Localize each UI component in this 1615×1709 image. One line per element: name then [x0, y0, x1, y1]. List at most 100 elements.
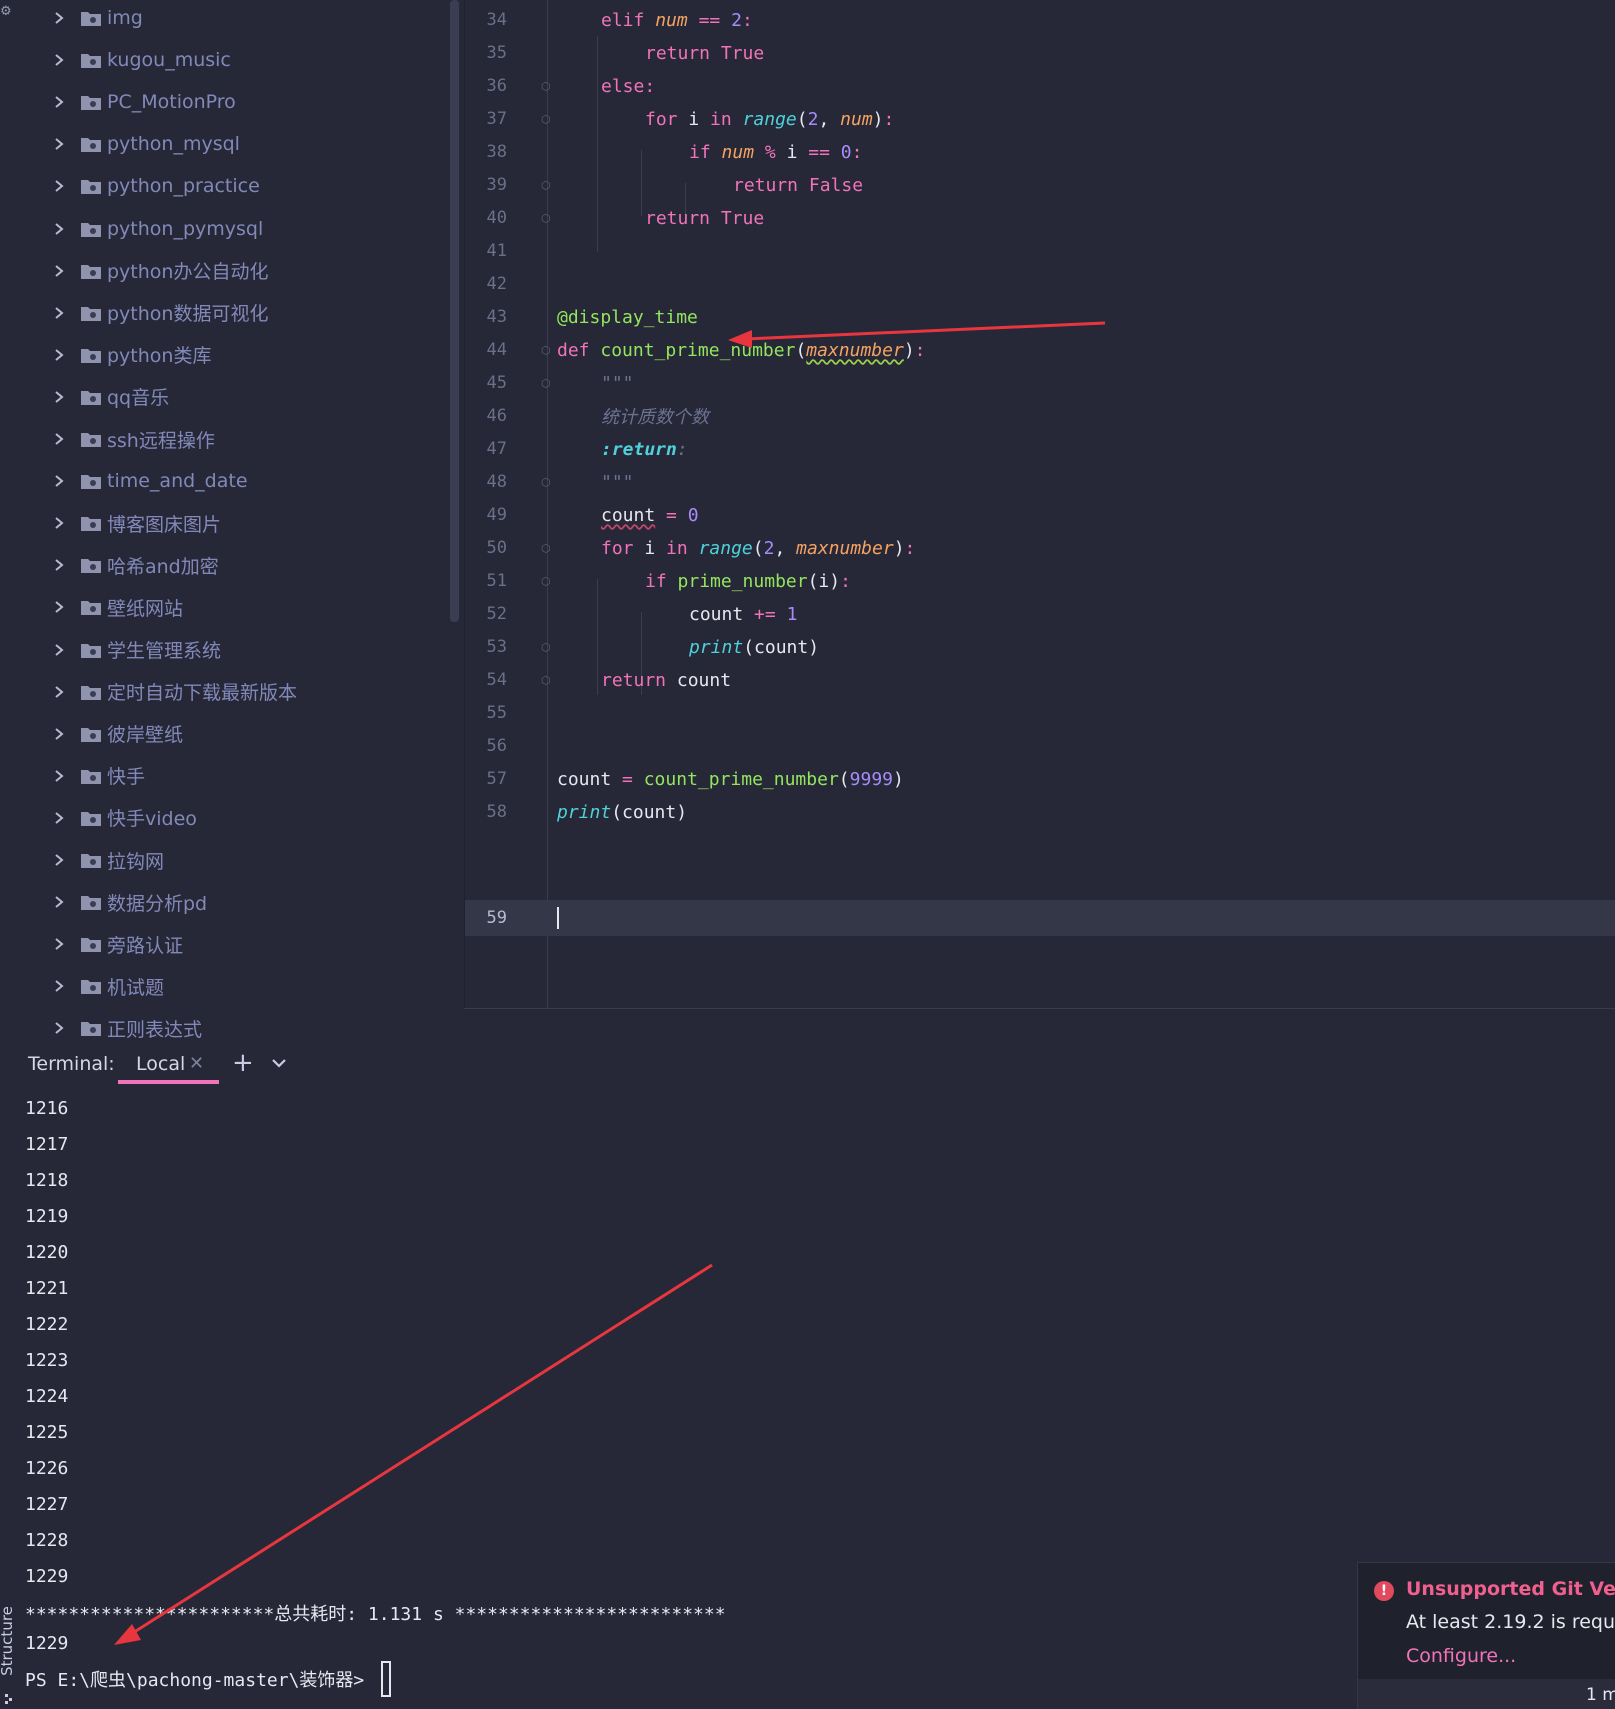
chevron-right-icon[interactable]: [52, 11, 66, 25]
chevron-right-icon[interactable]: [52, 643, 66, 657]
fold-icon[interactable]: ⬡: [541, 212, 553, 225]
chevron-down-icon[interactable]: [270, 1054, 288, 1072]
tree-folder-item[interactable]: 壁纸网站: [52, 589, 183, 625]
chevron-right-icon[interactable]: [52, 179, 66, 193]
chevron-right-icon[interactable]: [52, 937, 66, 951]
tree-folder-item[interactable]: 哈希and加密: [52, 547, 219, 583]
code-line[interactable]: 43 @display_time: [465, 299, 1615, 335]
fold-icon[interactable]: ⬡: [541, 377, 553, 390]
tree-folder-item[interactable]: 博客图床图片: [52, 505, 221, 541]
code-line[interactable]: 57 count = count_prime_number(9999): [465, 761, 1615, 797]
tree-folder-item[interactable]: python类库: [52, 337, 211, 373]
tree-folder-item[interactable]: 正则表达式: [52, 1010, 202, 1040]
chevron-right-icon[interactable]: [52, 474, 66, 488]
configure-link[interactable]: Configure...: [1406, 1645, 1516, 1667]
gear-icon[interactable]: ⚙: [0, 4, 12, 19]
chevron-right-icon[interactable]: [52, 685, 66, 699]
close-icon[interactable]: ✕: [189, 1053, 204, 1074]
chevron-right-icon[interactable]: [52, 558, 66, 572]
code-line[interactable]: 49 count = 0: [465, 497, 1615, 533]
code-line[interactable]: 56: [465, 728, 1615, 764]
fold-icon[interactable]: ⬡: [541, 542, 553, 555]
chevron-right-icon[interactable]: [52, 853, 66, 867]
code-line[interactable]: 53 ⬡ print(count): [465, 629, 1615, 665]
fold-icon[interactable]: ⬡: [541, 344, 553, 357]
tree-folder-item[interactable]: 快手: [52, 758, 145, 794]
fold-icon[interactable]: ⬡: [541, 476, 553, 489]
tree-folder-item[interactable]: python办公自动化: [52, 253, 268, 289]
fold-icon[interactable]: ⬡: [541, 641, 553, 654]
code-editor[interactable]: 34 elif num == 2: 35 return True 36 ⬡ el…: [464, 0, 1615, 1008]
chevron-right-icon[interactable]: [52, 137, 66, 151]
chevron-right-icon[interactable]: [52, 1021, 66, 1035]
code-line[interactable]: 35 return True: [465, 35, 1615, 71]
tree-folder-item[interactable]: ssh远程操作: [52, 421, 215, 457]
code-line[interactable]: 39 ⬡ return False: [465, 167, 1615, 203]
code-line[interactable]: 52 count += 1: [465, 596, 1615, 632]
code-line[interactable]: 55: [465, 695, 1615, 731]
code-line[interactable]: 58 print(count): [465, 794, 1615, 830]
chevron-right-icon[interactable]: [52, 516, 66, 530]
chevron-right-icon[interactable]: [52, 222, 66, 236]
fold-icon[interactable]: ⬡: [541, 113, 553, 126]
chevron-right-icon[interactable]: [52, 348, 66, 362]
tree-folder-item[interactable]: time_and_date: [52, 463, 248, 499]
current-code-line[interactable]: 59: [465, 900, 1615, 936]
chevron-right-icon[interactable]: [52, 390, 66, 404]
code-line[interactable]: 47 :return:: [465, 431, 1615, 467]
tree-folder-item[interactable]: 拉钩网: [52, 842, 164, 878]
code-line[interactable]: 36 ⬡ else:: [465, 68, 1615, 104]
tree-folder-item[interactable]: python_pymysql: [52, 211, 263, 247]
tree-folder-item[interactable]: 旁路认证: [52, 926, 183, 962]
tree-folder-item[interactable]: python_mysql: [52, 126, 240, 162]
add-terminal-button[interactable]: +: [232, 1048, 254, 1078]
code-line[interactable]: 54 ⬡ return count: [465, 662, 1615, 698]
chevron-right-icon[interactable]: [52, 306, 66, 320]
code-line[interactable]: 48 ⬡ """: [465, 464, 1615, 500]
structure-side-tab[interactable]: Structure: [0, 1606, 16, 1676]
tree-folder-item[interactable]: 机试题: [52, 968, 164, 1004]
tree-folder-item[interactable]: qq音乐: [52, 379, 169, 415]
tree-scrollbar[interactable]: [450, 0, 459, 622]
structure-icon[interactable]: [4, 1690, 14, 1704]
code-line[interactable]: 41: [465, 233, 1615, 269]
chevron-right-icon[interactable]: [52, 600, 66, 614]
chevron-right-icon[interactable]: [52, 95, 66, 109]
tree-folder-item[interactable]: PC_MotionPro: [52, 84, 236, 120]
line-number: 54: [486, 670, 507, 690]
fold-icon[interactable]: ⬡: [541, 80, 553, 93]
fold-icon[interactable]: ⬡: [541, 575, 553, 588]
code-line[interactable]: 42: [465, 266, 1615, 302]
chevron-right-icon[interactable]: [52, 769, 66, 783]
fold-icon[interactable]: ⬡: [541, 674, 553, 687]
code-line[interactable]: 44 ⬡ def count_prime_number(maxnumber):: [465, 332, 1615, 368]
code-line[interactable]: 38 if num % i == 0:: [465, 134, 1615, 170]
tree-folder-item[interactable]: 彼岸壁纸: [52, 716, 183, 752]
terminal-tab-local[interactable]: Local ✕: [118, 1044, 219, 1084]
chevron-right-icon[interactable]: [52, 811, 66, 825]
tree-folder-item[interactable]: python_practice: [52, 168, 260, 204]
tree-folder-item[interactable]: 快手video: [52, 800, 197, 836]
chevron-right-icon[interactable]: [52, 432, 66, 446]
fold-icon[interactable]: ⬡: [541, 179, 553, 192]
chevron-right-icon[interactable]: [52, 727, 66, 741]
code-line[interactable]: 37 ⬡ for i in range(2, num):: [465, 101, 1615, 137]
folder-icon: [80, 556, 102, 574]
code-line[interactable]: 40 ⬡ return True: [465, 200, 1615, 236]
tree-folder-item[interactable]: 定时自动下载最新版本: [52, 674, 297, 710]
chevron-right-icon[interactable]: [52, 264, 66, 278]
tree-folder-item[interactable]: img: [52, 0, 143, 36]
code-line[interactable]: 34 elif num == 2:: [465, 2, 1615, 38]
code-line[interactable]: 46 统计质数个数: [465, 398, 1615, 434]
chevron-right-icon[interactable]: [52, 53, 66, 67]
tree-folder-item[interactable]: 学生管理系统: [52, 632, 221, 668]
tree-folder-item[interactable]: kugou_music: [52, 42, 231, 78]
code-line[interactable]: 45 ⬡ """: [465, 365, 1615, 401]
code-line[interactable]: 50 ⬡ for i in range(2, maxnumber):: [465, 530, 1615, 566]
tree-folder-item[interactable]: 数据分析pd: [52, 884, 207, 920]
folder-icon: [80, 767, 102, 785]
code-line[interactable]: 51 ⬡ if prime_number(i):: [465, 563, 1615, 599]
chevron-right-icon[interactable]: [52, 895, 66, 909]
tree-folder-item[interactable]: python数据可视化: [52, 295, 268, 331]
chevron-right-icon[interactable]: [52, 979, 66, 993]
